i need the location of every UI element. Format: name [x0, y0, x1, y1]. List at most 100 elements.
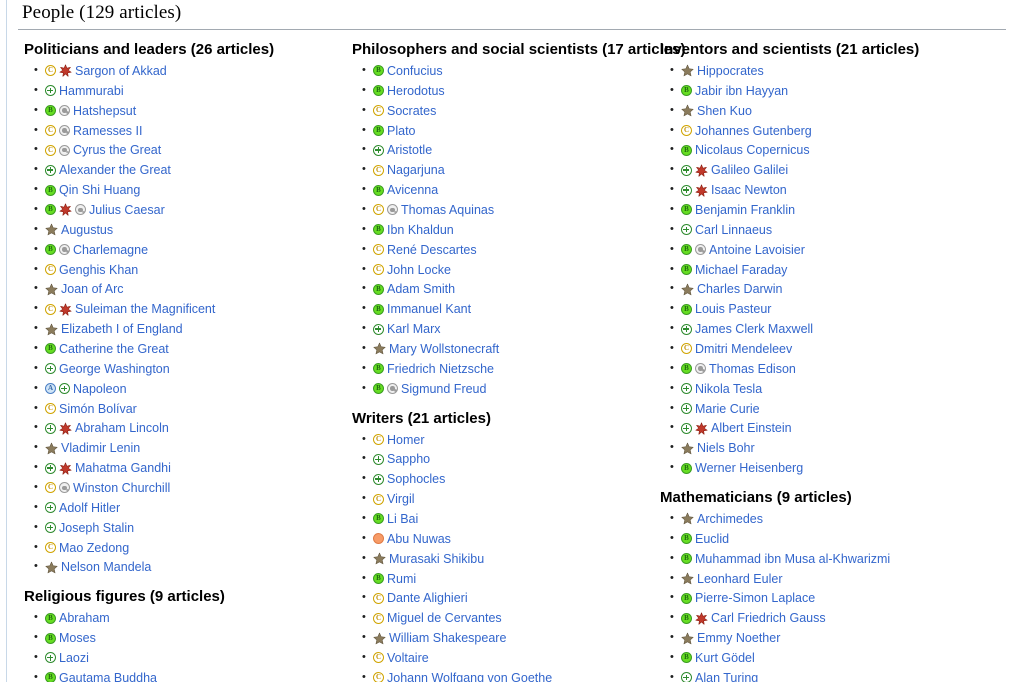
article-link[interactable]: René Descartes	[387, 243, 477, 257]
list-item: BMichael Faraday	[670, 260, 1010, 281]
b-class-icon: B	[45, 204, 56, 216]
bronze-star-icon	[373, 632, 386, 645]
article-link[interactable]: William Shakespeare	[389, 631, 506, 645]
article-link[interactable]: Johannes Gutenberg	[695, 124, 812, 138]
article-link[interactable]: Muhammad ibn Musa al-Khwarizmi	[695, 552, 890, 566]
article-link[interactable]: Sophocles	[387, 472, 445, 486]
article-link[interactable]: Murasaki Shikibu	[389, 552, 484, 566]
article-link[interactable]: Moses	[59, 631, 96, 645]
article-link[interactable]: Cyrus the Great	[73, 143, 161, 157]
article-link[interactable]: Laozi	[59, 651, 89, 665]
article-link[interactable]: Aristotle	[387, 143, 432, 157]
article-link[interactable]: Simón Bolívar	[59, 402, 137, 416]
article-link[interactable]: Benjamin Franklin	[695, 203, 795, 217]
article-link[interactable]: Pierre-Simon Laplace	[695, 591, 815, 605]
article-link[interactable]: Confucius	[387, 64, 443, 78]
article-link[interactable]: Thomas Aquinas	[401, 203, 494, 217]
article-link[interactable]: James Clerk Maxwell	[695, 322, 813, 336]
article-link[interactable]: Augustus	[61, 223, 113, 237]
article-link[interactable]: Qin Shi Huang	[59, 183, 140, 197]
article-link[interactable]: Marie Curie	[695, 402, 760, 416]
article-link[interactable]: Louis Pasteur	[695, 302, 771, 316]
article-link[interactable]: Ramesses II	[73, 124, 142, 138]
article-link[interactable]: Dmitri Mendeleev	[695, 342, 792, 356]
section-heading: Politicians and leaders (26 articles)	[24, 41, 275, 58]
article-link[interactable]: Immanuel Kant	[387, 302, 471, 316]
article-link[interactable]: Abu Nuwas	[387, 532, 451, 546]
article-link[interactable]: Socrates	[387, 104, 436, 118]
list-item: Joseph Stalin	[34, 518, 352, 539]
article-link[interactable]: Suleiman the Magnificent	[75, 302, 215, 316]
article-link[interactable]: Mao Zedong	[59, 541, 129, 555]
article-link[interactable]: Shen Kuo	[697, 104, 752, 118]
article-link[interactable]: Dante Alighieri	[387, 591, 468, 605]
article-link[interactable]: Leonhard Euler	[697, 572, 782, 586]
article-list: BAbrahamBMosesLaoziBGautama Buddha	[24, 608, 352, 682]
article-link[interactable]: George Washington	[59, 362, 170, 376]
article-link[interactable]: Adam Smith	[387, 282, 455, 296]
article-link[interactable]: Herodotus	[387, 84, 445, 98]
article-link[interactable]: Napoleon	[73, 382, 127, 396]
article-link[interactable]: Johann Wolfgang von Goethe	[387, 671, 552, 682]
article-link[interactable]: Ibn Khaldun	[387, 223, 454, 237]
article-link[interactable]: Michael Faraday	[695, 263, 787, 277]
article-link[interactable]: Werner Heisenberg	[695, 461, 803, 475]
article-link[interactable]: Niels Bohr	[697, 441, 755, 455]
article-link[interactable]: Sargon of Akkad	[75, 64, 167, 78]
article-link[interactable]: Carl Friedrich Gauss	[711, 611, 826, 625]
article-link[interactable]: Abraham Lincoln	[75, 421, 169, 435]
article-link[interactable]: Nicolaus Copernicus	[695, 143, 810, 157]
article-link[interactable]: Sigmund Freud	[401, 382, 486, 396]
article-link[interactable]: Gautama Buddha	[59, 671, 157, 682]
article-link[interactable]: Hatshepsut	[73, 104, 136, 118]
article-link[interactable]: Carl Linnaeus	[695, 223, 772, 237]
article-link[interactable]: Homer	[387, 433, 425, 447]
article-link[interactable]: Genghis Khan	[59, 263, 138, 277]
c-class-icon: C	[373, 105, 384, 117]
article-link[interactable]: Jabir ibn Hayyan	[695, 84, 788, 98]
article-link[interactable]: Julius Caesar	[89, 203, 165, 217]
article-link[interactable]: Albert Einstein	[711, 421, 792, 435]
article-link[interactable]: Antoine Lavoisier	[709, 243, 805, 257]
article-link[interactable]: Thomas Edison	[709, 362, 796, 376]
article-link[interactable]: Hippocrates	[697, 64, 764, 78]
article-link[interactable]: Joan of Arc	[61, 282, 124, 296]
article-link[interactable]: Rumi	[387, 572, 416, 586]
article-link[interactable]: Euclid	[695, 532, 729, 546]
article-link[interactable]: Alan Turing	[695, 671, 758, 682]
c-class-icon: C	[45, 263, 56, 275]
article-link[interactable]: Friedrich Nietzsche	[387, 362, 494, 376]
list-item: BCatherine the Great	[34, 339, 352, 360]
article-link[interactable]: Isaac Newton	[711, 183, 787, 197]
article-link[interactable]: Karl Marx	[387, 322, 440, 336]
article-link[interactable]: Nagarjuna	[387, 163, 445, 177]
article-link[interactable]: Plato	[387, 124, 416, 138]
article-link[interactable]: Charles Darwin	[697, 282, 782, 296]
article-link[interactable]: Li Bai	[387, 512, 418, 526]
article-link[interactable]: Virgil	[387, 492, 415, 506]
article-link[interactable]: Hammurabi	[59, 84, 124, 98]
article-link[interactable]: Nikola Tesla	[695, 382, 762, 396]
article-link[interactable]: Adolf Hitler	[59, 501, 120, 515]
article-link[interactable]: Catherine the Great	[59, 342, 169, 356]
article-link[interactable]: Abraham	[59, 611, 110, 625]
article-link[interactable]: Elizabeth I of England	[61, 322, 183, 336]
article-link[interactable]: Mary Wollstonecraft	[389, 342, 499, 356]
article-link[interactable]: Joseph Stalin	[59, 521, 134, 535]
article-link[interactable]: Emmy Noether	[697, 631, 780, 645]
article-link[interactable]: Nelson Mandela	[61, 560, 151, 574]
article-link[interactable]: Galileo Galilei	[711, 163, 788, 177]
article-link[interactable]: Sappho	[387, 452, 430, 466]
article-link[interactable]: Voltaire	[387, 651, 429, 665]
article-link[interactable]: Kurt Gödel	[695, 651, 755, 665]
article-link[interactable]: Vladimir Lenin	[61, 441, 140, 455]
article-link[interactable]: Charlemagne	[73, 243, 148, 257]
article-link[interactable]: Miguel de Cervantes	[387, 611, 502, 625]
article-link[interactable]: John Locke	[387, 263, 451, 277]
c-class-icon: C	[373, 612, 384, 624]
article-link[interactable]: Winston Churchill	[73, 481, 170, 495]
article-link[interactable]: Avicenna	[387, 183, 438, 197]
article-link[interactable]: Mahatma Gandhi	[75, 461, 171, 475]
article-link[interactable]: Alexander the Great	[59, 163, 171, 177]
article-link[interactable]: Archimedes	[697, 512, 763, 526]
